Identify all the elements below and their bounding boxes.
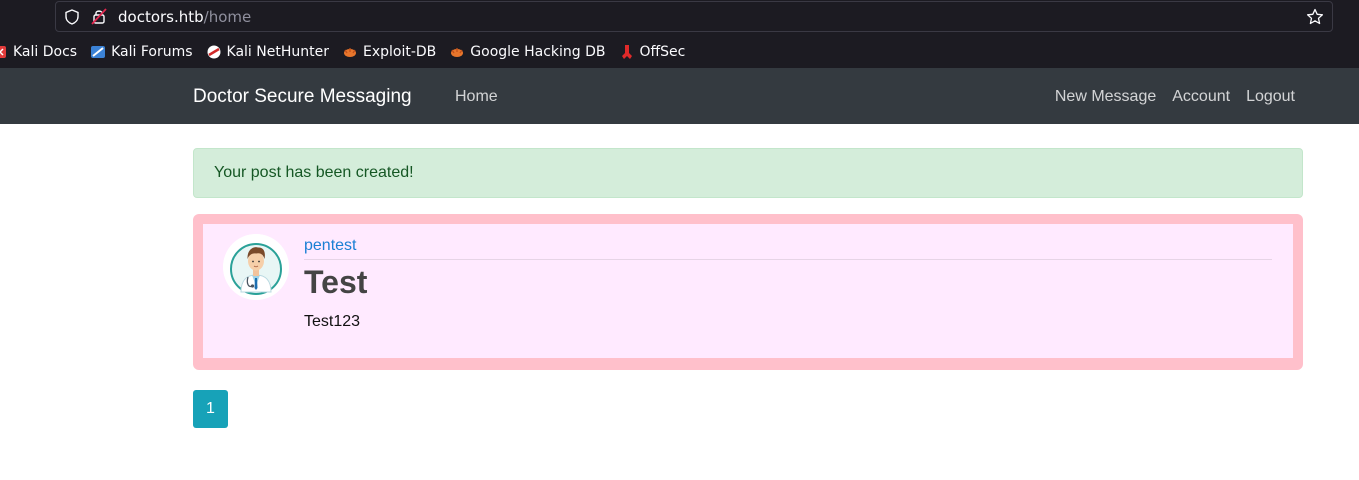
post-author-link[interactable]: pentest (304, 237, 356, 255)
pagination-page-1[interactable]: 1 (193, 390, 228, 428)
bookmark-label: OffSec (639, 44, 686, 60)
brand-link[interactable]: Doctor Secure Messaging (193, 86, 412, 108)
kali-forums-icon (91, 46, 106, 58)
bookmark-exploit-db[interactable]: Exploit-DB (342, 44, 436, 60)
bookmarks-toolbar: Kali Docs Kali Forums Kali NetHunter Exp… (0, 38, 1359, 66)
browser-chrome: doctors.htb/home Kali Docs Kali Forums K… (0, 0, 1359, 68)
success-alert: Your post has been created! (193, 148, 1303, 198)
offsec-icon (621, 45, 632, 59)
post-body: pentest Test Test123 (203, 224, 1293, 358)
nav-home-link[interactable]: Home (455, 88, 498, 106)
nav-new-message-link[interactable]: New Message (1055, 88, 1156, 106)
bookmark-star-icon[interactable] (1306, 8, 1324, 26)
url-bar[interactable]: doctors.htb/home (55, 1, 1333, 32)
nav-logout-link[interactable]: Logout (1246, 88, 1295, 106)
bookmark-kali-docs[interactable]: Kali Docs (0, 44, 77, 60)
exploit-db-icon (343, 48, 356, 57)
bookmark-label: Kali Docs (13, 44, 78, 60)
google-hacking-db-icon (451, 48, 464, 57)
url-path: /home (203, 8, 252, 26)
bookmark-label: Kali NetHunter (226, 44, 329, 60)
bookmark-label: Kali Forums (111, 44, 193, 60)
bookmark-kali-nethunter[interactable]: Kali NetHunter (206, 44, 329, 60)
bookmark-offsec[interactable]: OffSec (619, 44, 686, 60)
kali-nethunter-icon (207, 45, 221, 59)
alert-message: Your post has been created! (214, 164, 414, 181)
insecure-lock-icon[interactable] (91, 8, 107, 25)
post-card: pentest Test Test123 (193, 214, 1303, 370)
bookmark-label: Google Hacking DB (470, 44, 606, 60)
shield-icon[interactable] (64, 9, 80, 25)
post-divider (304, 259, 1272, 260)
bookmark-google-hacking-db[interactable]: Google Hacking DB (449, 44, 606, 60)
site-navbar: Doctor Secure Messaging Home New Message… (0, 68, 1359, 124)
url-host: doctors.htb (118, 8, 204, 26)
nav-account-link[interactable]: Account (1172, 88, 1230, 106)
post-title: Test (304, 264, 368, 300)
bookmark-label: Exploit-DB (362, 44, 437, 60)
nav-right-group: New Message Account Logout (1055, 88, 1295, 106)
url-text[interactable]: doctors.htb/home (118, 8, 251, 26)
bookmark-kali-forums[interactable]: Kali Forums (90, 44, 193, 60)
post-content: Test123 (304, 313, 361, 330)
doctor-avatar-icon (223, 234, 289, 300)
kali-docs-icon (0, 46, 6, 58)
